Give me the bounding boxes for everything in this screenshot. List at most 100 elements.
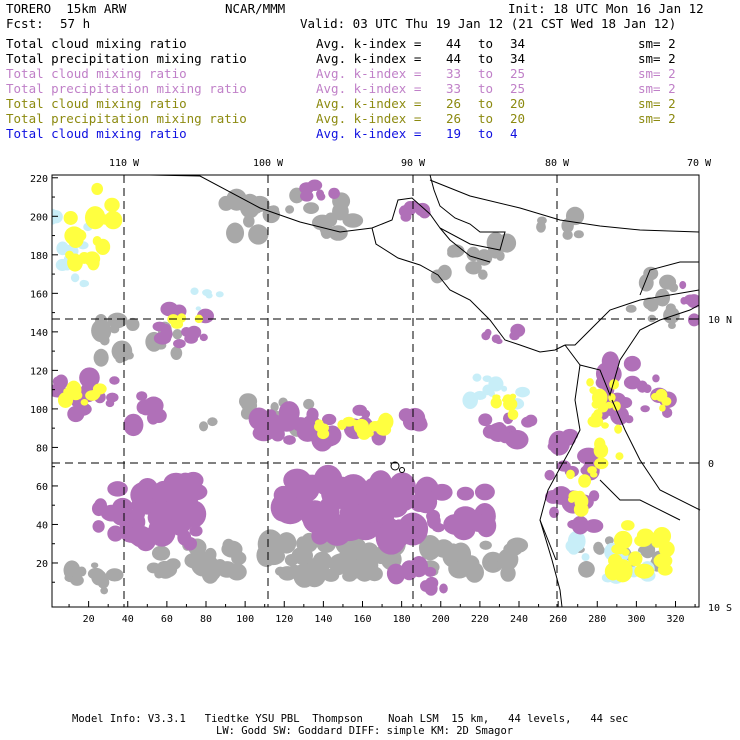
purple-cloud-patch — [424, 581, 438, 596]
gray-cloud-patch — [199, 421, 209, 432]
purple-cloud-patch — [484, 328, 492, 337]
gray-cloud-patch — [366, 566, 383, 582]
gray-cloud-patch — [276, 532, 297, 554]
purple-cloud-patch — [173, 339, 186, 349]
purple-cloud-patch — [300, 190, 314, 202]
purple-cloud-patch — [640, 405, 650, 413]
purple-cloud-patch — [588, 490, 600, 502]
yellow-precip-patch — [614, 424, 623, 434]
gray-cloud-patch — [463, 563, 475, 575]
gray-cloud-patch — [578, 561, 595, 578]
longitude-label: 110 W — [109, 158, 140, 169]
gray-cloud-patch — [165, 558, 181, 571]
purple-cloud-patch — [278, 401, 300, 425]
x-tick-label: 100 — [236, 614, 254, 625]
yellow-precip-patch — [98, 214, 113, 225]
gray-cloud-patch — [238, 393, 258, 410]
purple-cloud-patch — [521, 416, 535, 428]
gray-cloud-patch — [350, 547, 362, 560]
gray-cloud-patch — [227, 563, 247, 581]
yellow-precip-patch — [107, 200, 118, 213]
gray-cloud-patch — [447, 249, 459, 258]
purple-cloud-patch — [147, 410, 160, 425]
x-tick-label: 240 — [510, 614, 528, 625]
yellow-precip-patch — [364, 429, 374, 438]
purple-cloud-patch — [91, 501, 106, 517]
y-tick-label: 180 — [30, 251, 48, 262]
purple-cloud-patch — [510, 323, 526, 338]
x-tick-label: 320 — [666, 614, 684, 625]
yellow-precip-patch — [587, 415, 604, 428]
purple-cloud-patch — [505, 430, 529, 450]
gray-cloud-patch — [668, 283, 679, 293]
x-tick-label: 80 — [200, 614, 212, 625]
purple-cloud-patch — [185, 483, 208, 501]
purple-cloud-patch — [494, 421, 505, 429]
coastline — [371, 227, 566, 353]
x-tick-label: 180 — [393, 614, 411, 625]
latitude-label: 0 — [708, 459, 714, 470]
model-info-line1: Model Info: V3.3.1 Tiedtke YSU PBL Thomp… — [72, 713, 629, 725]
gray-cloud-patch — [77, 566, 87, 577]
purple-cloud-patch — [316, 189, 325, 199]
gray-cloud-patch — [278, 566, 297, 581]
purple-cloud-patch — [107, 481, 128, 497]
x-tick-label: 120 — [275, 614, 293, 625]
gray-cloud-patch — [479, 540, 492, 550]
yellow-precip-patch — [509, 393, 517, 400]
light-blue-patch — [195, 306, 201, 311]
gray-cloud-patch — [126, 317, 140, 332]
purple-cloud-patch — [652, 374, 660, 383]
yellow-precip-patch — [568, 496, 576, 503]
model-info-line2: LW: Godd SW: Goddard DIFF: simple KM: 2D… — [216, 725, 514, 737]
purple-cloud-patch — [564, 434, 576, 446]
y-tick-label: 100 — [30, 405, 48, 416]
gray-cloud-patch — [448, 548, 463, 562]
gray-cloud-patch — [90, 562, 99, 569]
yellow-precip-patch — [566, 469, 575, 480]
longitude-label: 90 W — [401, 158, 426, 169]
yellow-precip-patch — [578, 474, 592, 488]
yellow-precip-patch — [87, 255, 100, 271]
longitude-label: 80 W — [545, 158, 570, 169]
yellow-precip-patch — [621, 520, 635, 531]
purple-cloud-patch — [283, 435, 296, 445]
light-blue-patch — [79, 279, 88, 288]
y-tick-label: 20 — [36, 559, 48, 570]
gray-cloud-patch — [100, 323, 109, 333]
gray-cloud-patch — [93, 348, 109, 367]
gray-cloud-patch — [285, 205, 295, 214]
purple-cloud-patch — [426, 509, 441, 523]
gray-cloud-patch — [97, 576, 110, 589]
gray-cloud-patch — [70, 574, 84, 586]
purple-cloud-patch — [687, 313, 699, 327]
purple-cloud-patch — [443, 514, 467, 535]
x-tick-label: 20 — [83, 614, 95, 625]
purple-cloud-patch — [386, 563, 405, 584]
yellow-precip-patch — [615, 452, 624, 461]
x-tick-label: 140 — [314, 614, 332, 625]
gray-cloud-patch — [363, 553, 377, 569]
gray-cloud-patch — [594, 545, 605, 555]
yellow-precip-patch — [71, 229, 87, 242]
weather-map: 20 40 60 80 100 120 140 160 180 200 220 240 260 280 30… — [30, 158, 732, 625]
x-tick-label: 160 — [353, 614, 371, 625]
gray-cloud-patch — [221, 540, 243, 558]
gray-cloud-patch — [487, 559, 500, 571]
coastline — [599, 479, 681, 521]
yellow-precip-patch — [63, 210, 78, 225]
gray-cloud-patch — [218, 195, 234, 211]
purple-cloud-patch — [136, 391, 148, 402]
y-tick-label: 80 — [36, 443, 48, 454]
purple-cloud-patch — [391, 527, 410, 547]
purple-cloud-patch — [544, 469, 555, 481]
y-tick-label: 120 — [30, 366, 48, 377]
gray-cloud-patch — [303, 202, 319, 214]
x-tick-label: 200 — [432, 614, 450, 625]
gray-cloud-patch — [233, 199, 248, 210]
yellow-precip-patch — [170, 319, 184, 329]
purple-cloud-patch — [623, 355, 641, 372]
gray-cloud-patch — [647, 314, 657, 323]
yellow-precip-patch — [628, 551, 643, 567]
purple-cloud-patch — [403, 201, 417, 216]
